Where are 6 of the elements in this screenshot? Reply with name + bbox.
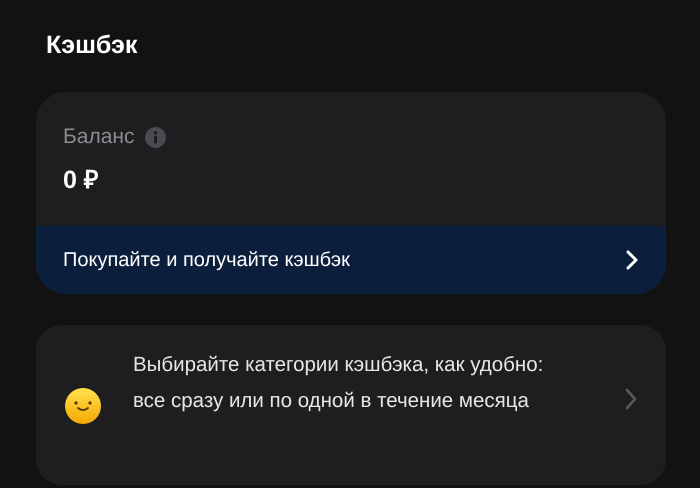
balance-label: Баланс [63,124,134,150]
promo-link[interactable]: Покупайте и получайте кэшбэк [36,226,666,294]
info-text: Выбирайте категории кэшбэка, как удобно: все сразу или по одной в течение месяца [133,352,544,414]
info-card[interactable]: Выбирайте категории кэшбэка, как удобно: все сразу или по одной в течение месяца [36,325,666,485]
balance-amount: 0 ₽ [63,165,99,196]
page-title: Кэшбэк [46,30,138,61]
